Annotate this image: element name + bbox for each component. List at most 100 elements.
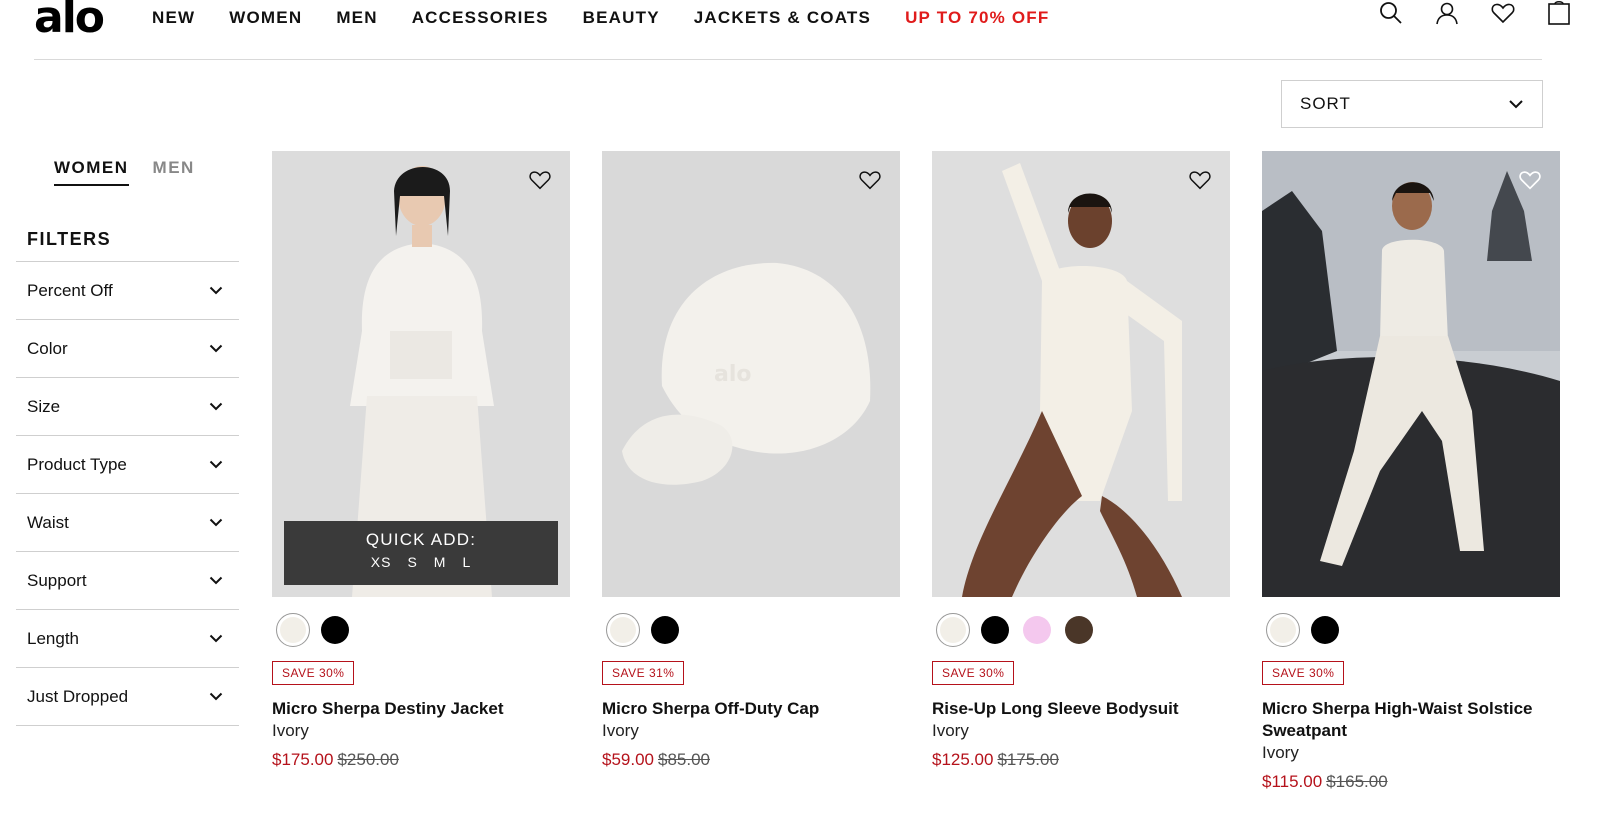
product-color: Ivory: [932, 721, 969, 740]
filter-label: Color: [27, 338, 68, 358]
nav-item-men[interactable]: MEN: [336, 8, 377, 28]
search-icon[interactable]: [1378, 0, 1404, 26]
filter-label: Size: [27, 396, 61, 416]
product-card: SAVE 30% Rise-Up Long Sleeve Bodysuit Iv…: [932, 151, 1230, 770]
wishlist-heart-icon[interactable]: [1188, 168, 1212, 192]
wishlist-heart-icon[interactable]: [528, 168, 552, 192]
chevron-down-icon: [209, 402, 223, 411]
swatch-black[interactable]: [321, 616, 349, 644]
quick-add-sizes: XS S M L: [284, 554, 558, 570]
sort-label: SORT: [1300, 94, 1351, 113]
header-divider: [34, 59, 1542, 60]
product-photo-cap: alo: [602, 151, 900, 597]
filter-length[interactable]: Length: [16, 610, 239, 668]
product-image[interactable]: [932, 151, 1230, 597]
filter-size[interactable]: Size: [16, 378, 239, 436]
main-nav: NEW WOMEN MEN ACCESSORIES BEAUTY JACKETS…: [152, 8, 1083, 28]
sale-price: $59.00: [602, 750, 654, 769]
product-color: Ivory: [1262, 743, 1299, 762]
quick-add-title: QUICK ADD:: [365, 530, 477, 549]
filter-list: Percent Off Color Size Product Type Wais…: [16, 261, 239, 726]
filter-label: Just Dropped: [27, 686, 129, 706]
wishlist-heart-icon[interactable]: [1490, 0, 1516, 26]
filter-label: Support: [27, 570, 87, 590]
filter-support[interactable]: Support: [16, 552, 239, 610]
product-image[interactable]: QUICK ADD: XS S M L: [272, 151, 570, 597]
product-price: $115.00 $165.00: [1262, 772, 1560, 792]
gender-tabs: WOMEN MEN: [54, 158, 195, 186]
swatch-black[interactable]: [981, 616, 1009, 644]
original-price: $175.00: [997, 750, 1059, 769]
filter-waist[interactable]: Waist: [16, 494, 239, 552]
nav-item-sale[interactable]: UP TO 70% OFF: [905, 8, 1049, 28]
filters-heading: FILTERS: [27, 229, 112, 249]
swatch-brown[interactable]: [1065, 616, 1093, 644]
swatch-ivory[interactable]: [276, 613, 310, 647]
nav-item-accessories[interactable]: ACCESSORIES: [412, 8, 549, 28]
size-option-m[interactable]: M: [434, 554, 447, 570]
swatch-ivory[interactable]: [606, 613, 640, 647]
nav-item-new[interactable]: NEW: [152, 8, 195, 28]
filter-label: Waist: [27, 512, 69, 532]
filter-label: Product Type: [27, 454, 127, 474]
product-photo-sweatpant: [1262, 151, 1560, 597]
chevron-down-icon: [209, 576, 223, 585]
quick-add-panel: QUICK ADD: XS S M L: [284, 521, 558, 585]
tab-women[interactable]: WOMEN: [54, 158, 129, 186]
tab-men[interactable]: MEN: [153, 158, 195, 186]
product-name[interactable]: Micro Sherpa High-Waist Solstice Sweatpa…: [1262, 698, 1560, 742]
filter-label: Length: [27, 628, 79, 648]
chevron-down-icon: [1509, 100, 1523, 109]
sale-price: $125.00: [932, 750, 994, 769]
swatch-black[interactable]: [1311, 616, 1339, 644]
product-card: QUICK ADD: XS S M L SAVE 30% Micro Sherp…: [272, 151, 570, 770]
original-price: $85.00: [658, 750, 710, 769]
save-badge: SAVE 30%: [932, 661, 1015, 685]
nav-item-beauty[interactable]: BEAUTY: [583, 8, 660, 28]
wishlist-heart-icon[interactable]: [858, 168, 882, 192]
filter-color[interactable]: Color: [16, 320, 239, 378]
product-name[interactable]: Rise-Up Long Sleeve Bodysuit: [932, 698, 1230, 720]
product-color: Ivory: [272, 721, 309, 740]
shopping-bag-icon[interactable]: [1546, 0, 1572, 26]
size-option-s[interactable]: S: [407, 554, 417, 570]
size-option-l[interactable]: L: [462, 554, 471, 570]
save-badge: SAVE 30%: [272, 661, 355, 685]
sale-price: $175.00: [272, 750, 334, 769]
product-card: SAVE 30% Micro Sherpa High-Waist Solstic…: [1262, 151, 1560, 792]
filter-label: Percent Off: [27, 280, 113, 300]
filter-just-dropped[interactable]: Just Dropped: [16, 668, 239, 726]
account-icon[interactable]: [1434, 0, 1460, 26]
size-option-xs[interactable]: XS: [371, 554, 392, 570]
product-name[interactable]: Micro Sherpa Off-Duty Cap: [602, 698, 900, 720]
product-price: $59.00 $85.00: [602, 750, 900, 770]
chevron-down-icon: [209, 518, 223, 527]
chevron-down-icon: [209, 460, 223, 469]
product-image[interactable]: alo: [602, 151, 900, 597]
brand-logo[interactable]: alo: [34, 0, 105, 40]
nav-item-women[interactable]: WOMEN: [229, 8, 302, 28]
save-badge: SAVE 31%: [602, 661, 685, 685]
sale-price: $115.00: [1262, 772, 1323, 791]
color-swatches: [606, 613, 900, 647]
svg-text:alo: alo: [714, 362, 752, 387]
product-name[interactable]: Micro Sherpa Destiny Jacket: [272, 698, 570, 720]
site-header: alo NEW WOMEN MEN ACCESSORIES BEAUTY JAC…: [0, 0, 1600, 60]
chevron-down-icon: [209, 286, 223, 295]
color-swatches: [276, 613, 570, 647]
product-image[interactable]: [1262, 151, 1560, 597]
swatch-pink[interactable]: [1023, 616, 1051, 644]
swatch-ivory[interactable]: [936, 613, 970, 647]
filter-percent-off[interactable]: Percent Off: [16, 262, 239, 320]
nav-item-jackets-coats[interactable]: JACKETS & COATS: [694, 8, 871, 28]
swatch-black[interactable]: [651, 616, 679, 644]
swatch-ivory[interactable]: [1266, 613, 1300, 647]
wishlist-heart-icon[interactable]: [1518, 168, 1542, 192]
product-color: Ivory: [602, 721, 639, 740]
filter-product-type[interactable]: Product Type: [16, 436, 239, 494]
product-photo-bodysuit: [932, 151, 1230, 597]
product-card: alo SAVE 31% Micro Sherpa Off-Duty Cap I…: [602, 151, 900, 770]
sort-dropdown[interactable]: SORT: [1281, 80, 1543, 128]
color-swatches: [1266, 613, 1560, 647]
chevron-down-icon: [209, 692, 223, 701]
